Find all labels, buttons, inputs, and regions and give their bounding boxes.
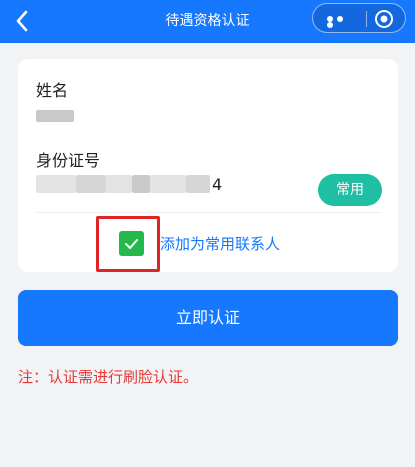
- frequent-contacts-button[interactable]: 常用: [318, 174, 382, 206]
- target-circle-icon[interactable]: [374, 9, 394, 29]
- id-number-label: 身份证号: [36, 151, 101, 170]
- id-number-visible-tail: 4: [212, 175, 223, 194]
- add-contact-checkbox[interactable]: [119, 231, 144, 256]
- name-label: 姓名: [36, 81, 69, 100]
- divider: [36, 212, 382, 213]
- more-dots-icon[interactable]: [327, 16, 355, 28]
- verify-now-button[interactable]: 立即认证: [18, 290, 398, 346]
- add-contact-label[interactable]: 添加为常用联系人: [160, 233, 280, 254]
- mini-program-capsule: [312, 3, 406, 33]
- face-verify-note: 注：认证需进行刷脸认证。: [18, 368, 199, 386]
- top-bar: 待遇资格认证: [0, 0, 415, 43]
- check-icon: [125, 239, 138, 249]
- capsule-divider: [366, 11, 367, 27]
- name-value-masked: [36, 110, 74, 122]
